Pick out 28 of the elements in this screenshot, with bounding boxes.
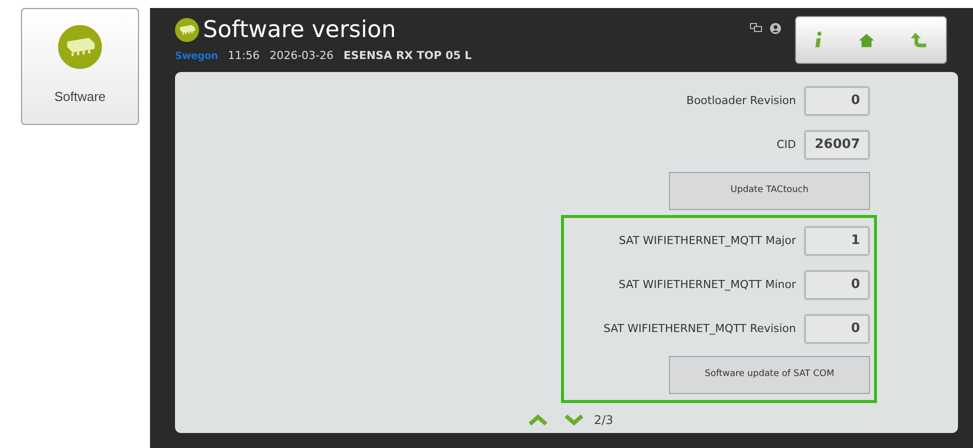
value-field[interactable]: 0 [804,86,870,116]
action-button[interactable]: Update TACtouch [669,172,870,210]
action-button[interactable]: Software update of SAT COM [669,356,870,394]
down-chevron-icon[interactable] [564,414,584,426]
user-icon [770,23,781,34]
page-indicator: 2/3 [594,412,614,429]
field-label: SAT WIFIETHERNET_MQTT Major [618,232,796,249]
field-label: CID [776,136,796,153]
chip-icon [58,25,102,69]
field-label: SAT WIFIETHERNET_MQTT Revision [603,320,796,337]
value-field[interactable]: 26007 [804,130,870,160]
field-label: Bootloader Revision [686,92,796,109]
date-text: 2026-03-26 [270,48,334,64]
software-tile[interactable]: Software [21,8,139,125]
back-arrow-icon[interactable] [910,31,928,49]
value-field[interactable]: 1 [804,226,870,256]
info-icon[interactable] [814,30,823,50]
page-title: Software version [203,16,396,44]
value-field[interactable]: 0 [804,270,870,300]
brand-logo: Swegon [175,50,218,64]
up-chevron-icon[interactable] [528,414,548,426]
chip-icon [175,18,199,42]
field-label: SAT WIFIETHERNET_MQTT Minor [618,276,796,293]
screens-icon [750,23,762,33]
home-icon[interactable] [858,32,875,48]
value-field[interactable]: 0 [804,314,870,344]
time-text: 11:56 [228,48,260,64]
unit-name: ESENSA RX TOP 05 L [344,48,472,64]
